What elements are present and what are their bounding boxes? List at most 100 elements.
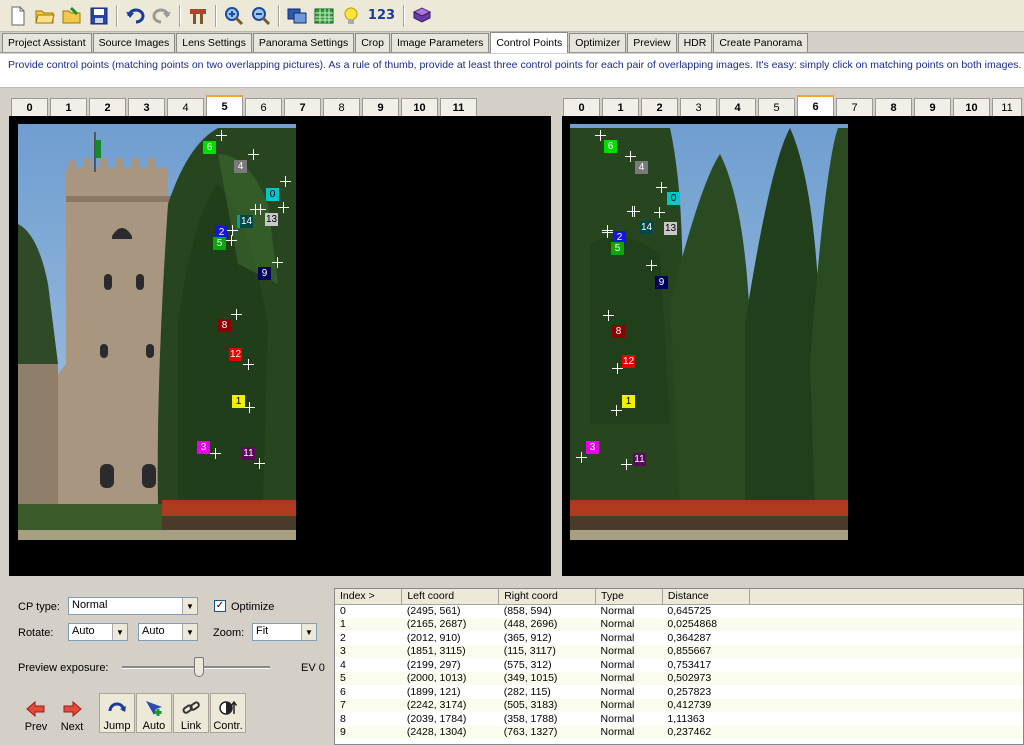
open-project-icon[interactable] [60, 4, 84, 28]
zoom-out-icon[interactable] [249, 4, 273, 28]
table-row[interactable]: 2 (2012, 910) (365, 912) Normal 0,364287 [335, 631, 1023, 645]
right-control-point-14[interactable]: 14 [640, 221, 654, 234]
zoom-in-icon[interactable] [222, 4, 246, 28]
table-row[interactable]: 5 (2000, 1013) (349, 1015) Normal 0,502973 [335, 671, 1023, 685]
exposure-slider-thumb[interactable] [194, 657, 204, 677]
right-image-tab-0[interactable]: 0 [563, 98, 600, 116]
prev-button[interactable]: Prev [22, 693, 50, 733]
left-control-point-5[interactable]: 5 [213, 237, 226, 250]
cp-type-select[interactable]: Normal ▼ [68, 597, 198, 615]
left-image-tab-10[interactable]: 10 [401, 98, 438, 116]
right-image-tab-1[interactable]: 1 [602, 98, 639, 116]
left-control-point-3[interactable]: 3 [197, 441, 210, 454]
table-row[interactable]: 9 (2428, 1304) (763, 1327) Normal 0,237462 [335, 725, 1023, 739]
tab-panorama-settings[interactable]: Panorama Settings [252, 33, 355, 52]
tab-image-parameters[interactable]: Image Parameters [390, 33, 490, 52]
table-row[interactable]: 8 (2039, 1784) (358, 1788) Normal 1,11363 [335, 712, 1023, 726]
left-control-point-8[interactable]: 8 [218, 319, 231, 332]
right-image-tab-5[interactable]: 5 [758, 98, 795, 116]
table-row[interactable]: 3 (1851, 3115) (115, 3117) Normal 0,855667 [335, 644, 1023, 658]
left-image-tab-0[interactable]: 0 [11, 98, 48, 116]
manual-icon[interactable] [410, 4, 434, 28]
auto-button[interactable]: Auto [136, 693, 172, 733]
tab-hdr[interactable]: HDR [677, 33, 713, 52]
open-icon[interactable] [33, 4, 57, 28]
table-row[interactable]: 6 (1899, 121) (282, 115) Normal 0,257823 [335, 685, 1023, 699]
right-image-tab-4[interactable]: 4 [719, 98, 756, 116]
zoom-select[interactable]: Fit ▼ [252, 623, 317, 641]
left-image-tab-5[interactable]: 5 [206, 95, 243, 116]
left-control-point-13[interactable]: 13 [265, 213, 279, 226]
right-image-tab-3[interactable]: 3 [680, 98, 717, 116]
column-header-type[interactable]: Type [595, 589, 663, 605]
right-control-point-11[interactable]: 11 [633, 453, 646, 466]
optimize-checkbox[interactable]: ✓ [214, 600, 226, 612]
right-image-tab-11[interactable]: 11 [992, 98, 1022, 116]
table-row[interactable]: 4 (2199, 297) (575, 312) Normal 0,753417 [335, 658, 1023, 672]
left-control-point-4[interactable]: 4 [234, 160, 247, 173]
tab-crop[interactable]: Crop [355, 33, 390, 52]
right-image-tab-6[interactable]: 6 [797, 95, 834, 116]
save-icon[interactable] [87, 4, 111, 28]
right-control-point-5[interactable]: 5 [611, 242, 624, 255]
right-control-point-9[interactable]: 9 [655, 276, 668, 289]
right-image-tab-10[interactable]: 10 [953, 98, 990, 116]
right-control-point-1[interactable]: 1 [622, 395, 635, 408]
tab-preview[interactable]: Preview [627, 33, 677, 52]
left-image-tab-8[interactable]: 8 [323, 98, 360, 116]
left-image-tab-11[interactable]: 11 [440, 98, 477, 116]
right-control-point-12[interactable]: 12 [622, 355, 636, 368]
rotate-left-select[interactable]: Auto ▼ [68, 623, 128, 641]
preview-icon[interactable] [285, 4, 309, 28]
left-image-tab-3[interactable]: 3 [128, 98, 165, 116]
right-image-tab-9[interactable]: 9 [914, 98, 951, 116]
tab-control-points[interactable]: Control Points [490, 32, 569, 53]
left-image-tab-6[interactable]: 6 [245, 98, 282, 116]
undo-icon[interactable] [123, 4, 147, 28]
table-row[interactable]: 1 (2165, 2687) (448, 2696) Normal 0,0254868 [335, 617, 1023, 631]
left-image-tab-9[interactable]: 9 [362, 98, 399, 116]
tools-icon[interactable] [186, 4, 210, 28]
left-control-point-12[interactable]: 12 [229, 348, 243, 361]
redo-icon[interactable] [150, 4, 174, 28]
right-control-point-13[interactable]: 13 [664, 222, 678, 235]
right-image-tab-2[interactable]: 2 [641, 98, 678, 116]
tab-optimizer[interactable]: Optimizer [569, 33, 627, 52]
new-icon[interactable] [6, 4, 30, 28]
left-control-point-14[interactable]: 14 [240, 215, 254, 228]
right-control-point-6[interactable]: 6 [604, 140, 617, 153]
tip-icon[interactable] [339, 4, 363, 28]
right-image-tab-8[interactable]: 8 [875, 98, 912, 116]
table-row[interactable]: 0 (2495, 561) (858, 594) Normal 0,645725 [335, 604, 1023, 618]
number-icon[interactable]: 123 [366, 4, 398, 28]
right-control-point-3[interactable]: 3 [586, 441, 599, 454]
link-button[interactable]: Link [173, 693, 209, 733]
table-icon[interactable] [312, 4, 336, 28]
left-image-tab-1[interactable]: 1 [50, 98, 87, 116]
contrast-button[interactable]: Contr. [210, 693, 246, 733]
column-header-distance[interactable]: Distance [662, 589, 750, 605]
tab-source-images[interactable]: Source Images [92, 33, 176, 52]
left-photo[interactable] [18, 124, 296, 540]
right-image-tab-7[interactable]: 7 [836, 98, 873, 116]
control-points-table[interactable]: Index > Left coord Right coord Type Dist… [334, 588, 1024, 745]
right-control-point-4[interactable]: 4 [635, 161, 648, 174]
left-image-tab-7[interactable]: 7 [284, 98, 321, 116]
rotate-right-select[interactable]: Auto ▼ [138, 623, 198, 641]
right-control-point-0[interactable]: 0 [667, 192, 680, 205]
right-control-point-8[interactable]: 8 [612, 325, 625, 338]
left-image-tab-2[interactable]: 2 [89, 98, 126, 116]
tab-lens-settings[interactable]: Lens Settings [176, 33, 252, 52]
tab-project-assistant[interactable]: Project Assistant [2, 33, 92, 52]
left-image-tab-4[interactable]: 4 [167, 98, 204, 116]
right-image-pane[interactable] [562, 116, 1024, 576]
jump-button[interactable]: Jump [99, 693, 135, 733]
tab-create-panorama[interactable]: Create Panorama [713, 33, 809, 52]
column-header-left-coord[interactable]: Left coord [401, 589, 500, 605]
next-button[interactable]: Next [58, 693, 86, 733]
left-control-point-9[interactable]: 9 [258, 267, 271, 280]
column-header-right-coord[interactable]: Right coord [498, 589, 597, 605]
column-header-index[interactable]: Index > [335, 589, 403, 605]
left-control-point-0[interactable]: 0 [266, 188, 279, 201]
left-control-point-6[interactable]: 6 [203, 141, 216, 154]
